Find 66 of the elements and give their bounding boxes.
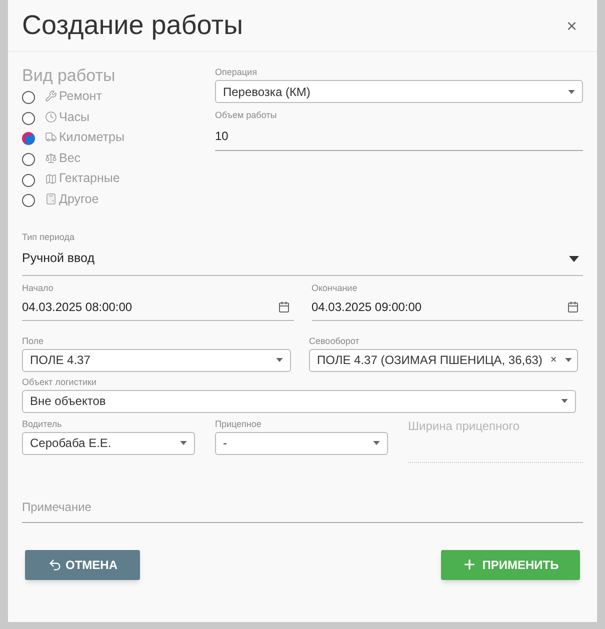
crop-rotation-select[interactable]: ПОЛЕ 4.37 (ОЗИМАЯ ПШЕНИЦА, 36,63) × xyxy=(309,348,578,372)
undo-icon xyxy=(48,558,62,572)
trailer-width-field[interactable]: Ширина прицепного xyxy=(408,418,583,463)
start-date-field[interactable]: 04.03.2025 08:00:00 xyxy=(22,294,294,321)
calculator-icon xyxy=(45,193,57,206)
map-icon xyxy=(45,172,57,185)
truck-icon xyxy=(45,131,57,144)
note-field[interactable]: Примечание xyxy=(22,492,583,523)
clock-icon xyxy=(45,110,57,123)
plus-icon xyxy=(462,557,478,572)
cancel-button[interactable]: ОТМЕНА xyxy=(25,550,140,580)
caret-icon xyxy=(564,358,572,362)
close-button[interactable]: × xyxy=(566,16,577,34)
wrench-icon xyxy=(45,90,57,102)
caret-icon xyxy=(561,399,568,404)
radio-button[interactable] xyxy=(22,91,35,104)
operation-select[interactable]: Перевозка (КМ) xyxy=(215,80,583,103)
caret-icon xyxy=(180,441,187,446)
caret-icon xyxy=(373,441,380,446)
logistics-object-label: Объект логистики xyxy=(22,376,98,388)
radio-label: Другое xyxy=(59,190,99,208)
field-select[interactable]: ПОЛЕ 4.37 xyxy=(22,348,291,372)
end-date-field[interactable]: 04.03.2025 09:00:00 xyxy=(312,294,583,321)
work-type-label: Вид работы xyxy=(22,66,116,86)
logistics-object-select[interactable]: Вне объектов xyxy=(22,390,576,413)
radio-label: Ремонт xyxy=(59,88,102,105)
driver-label: Водитель xyxy=(22,418,63,430)
radio-button[interactable] xyxy=(22,132,35,146)
calendar-icon xyxy=(278,300,290,313)
caret-icon xyxy=(569,256,579,262)
selected-value: ПОЛЕ 4.37 (ОЗИМАЯ ПШЕНИЦА, 36,63) xyxy=(317,352,542,370)
scale-icon xyxy=(45,152,57,164)
radio-button[interactable] xyxy=(22,112,35,125)
selected-value: Перевозка (КМ) xyxy=(223,84,312,100)
period-type-label: Тип периода xyxy=(22,230,76,243)
date-value: 04.03.2025 09:00:00 xyxy=(312,298,423,316)
trailer-label: Прицепное xyxy=(215,418,262,430)
field-label: Поле xyxy=(22,334,45,347)
radio-label: Вес xyxy=(59,150,81,167)
volume-value: 10 xyxy=(215,128,228,144)
radio-button[interactable] xyxy=(22,194,35,208)
radio-label: Часы xyxy=(59,108,90,126)
caret-icon xyxy=(276,358,283,362)
selected-value: Серобаба Е.Е. xyxy=(30,435,112,452)
dialog-title: Создание работы xyxy=(22,9,244,42)
radio-label: Километры xyxy=(59,129,124,146)
caret-icon xyxy=(568,90,575,94)
radio-button[interactable] xyxy=(22,153,35,166)
radio-button[interactable] xyxy=(22,174,35,187)
start-date-label: Начало xyxy=(22,282,54,294)
volume-field[interactable]: 10 xyxy=(215,121,583,151)
calendar-icon xyxy=(567,300,579,313)
crop-rotation-label: Севооборот xyxy=(309,334,360,347)
radio-label: Гектарные xyxy=(59,170,120,188)
date-value: 04.03.2025 08:00:00 xyxy=(22,298,134,316)
operation-label: Операция xyxy=(215,66,258,78)
driver-select[interactable]: Серобаба Е.Е. xyxy=(22,432,195,455)
volume-label: Объем работы xyxy=(215,109,278,121)
selected-value: ПОЛЕ 4.37 xyxy=(30,352,92,370)
period-type-select[interactable]: Ручной ввод xyxy=(22,242,583,276)
clear-button[interactable]: × xyxy=(550,354,557,366)
selected-value: Ручной ввод xyxy=(22,250,96,268)
selected-value: Вне объектов xyxy=(30,393,107,410)
end-date-label: Окончание xyxy=(312,282,358,294)
selected-value: - xyxy=(223,435,228,452)
trailer-select[interactable]: - xyxy=(215,432,388,455)
